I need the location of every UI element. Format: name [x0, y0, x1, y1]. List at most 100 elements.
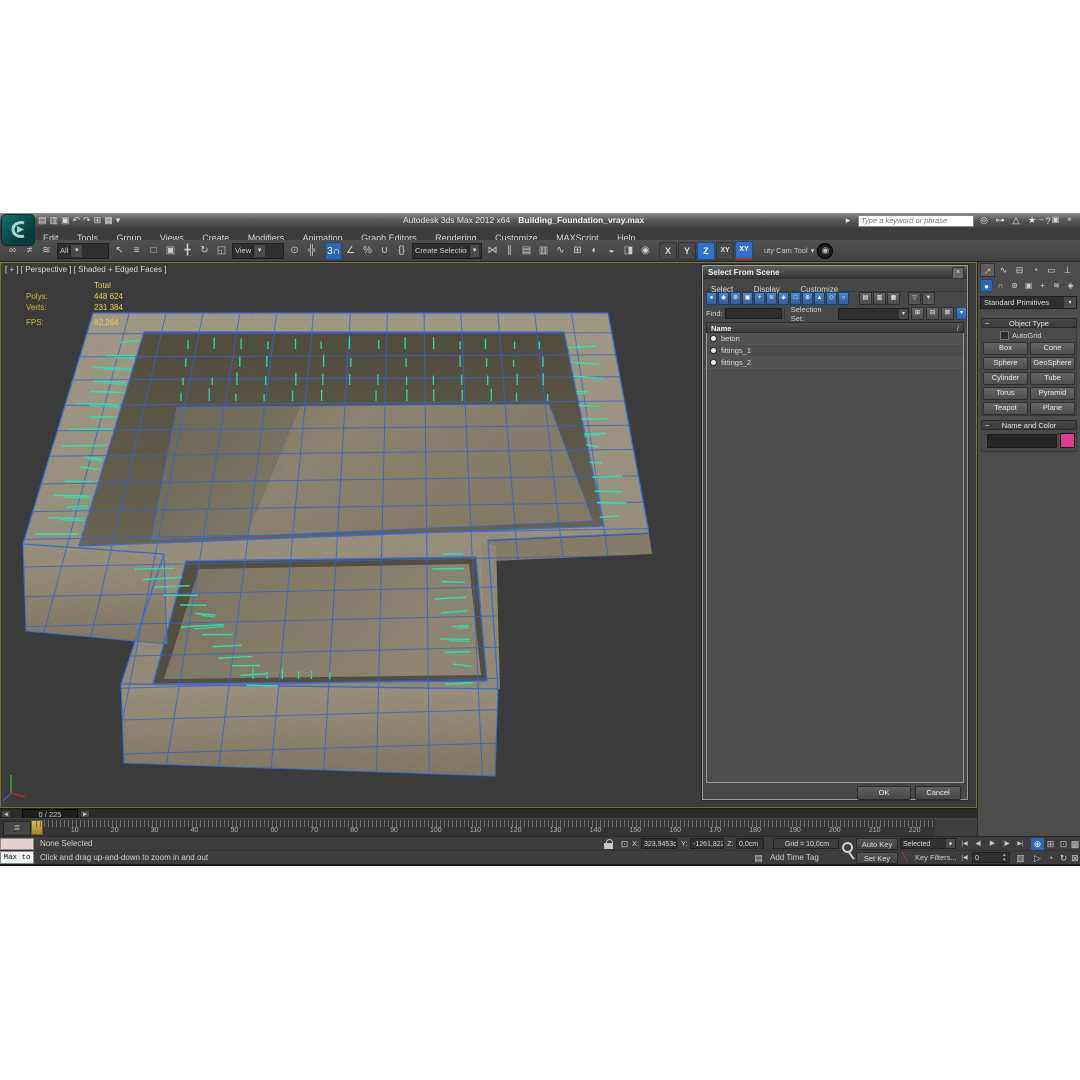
geosphere-button[interactable]: GeoSphere [1030, 357, 1075, 370]
category-lights-icon[interactable]: ⊛ [1008, 279, 1021, 292]
zoom-extents-icon[interactable]: ⊡ [1057, 838, 1070, 850]
toggle-frozen-icon[interactable]: ◇ [826, 292, 837, 305]
category-geometry-icon[interactable]: ● [980, 279, 993, 292]
search-binoculars-icon[interactable]: ◎ [978, 215, 990, 226]
tab-motion-icon[interactable]: ◔ [1028, 263, 1043, 277]
object-type-rollout[interactable]: − Object Type [981, 318, 1077, 328]
pan-view-icon[interactable]: ▷ [1031, 852, 1044, 864]
save-selected-icon[interactable]: ▥ [1014, 852, 1027, 864]
render-production-icon[interactable]: ◉ [637, 242, 654, 260]
object-color-swatch[interactable] [1060, 433, 1075, 448]
tab-display-icon[interactable]: ▭ [1044, 263, 1059, 277]
new-icon[interactable]: ▤ [38, 215, 47, 226]
zoom-icon[interactable]: ⊕ [1031, 838, 1044, 850]
transform-gizmo-icon[interactable]: ⊡ [618, 838, 631, 850]
tab-utilities-icon[interactable]: ⊥ [1060, 263, 1075, 277]
cylinder-button[interactable]: Cylinder [983, 372, 1028, 385]
toggle-cameras-icon[interactable]: ▣ [742, 292, 753, 305]
cam-tool-icon[interactable]: ◉ [817, 242, 834, 259]
pyramid-button[interactable]: Pyramid [1030, 387, 1075, 400]
rendered-frame-window-icon[interactable]: ◨ [620, 242, 637, 260]
field-of-view-icon[interactable]: ◔ [1044, 852, 1057, 864]
layer-manager-icon[interactable]: ▤ [518, 242, 535, 260]
selection-lock-icon[interactable] [604, 839, 613, 849]
curve-editor-icon[interactable]: ∿ [552, 242, 569, 260]
project-icon[interactable]: ⊞ [94, 215, 102, 226]
frame-spinner[interactable]: ▴ ▾ [1003, 853, 1006, 863]
z-coordinate-field[interactable]: 0,0cm [736, 838, 764, 849]
toggle-groups-icon[interactable]: ◈ [778, 292, 789, 305]
detail-view-icon[interactable]: ▦ [887, 292, 900, 305]
add-time-tag[interactable]: Add Time Tag [770, 851, 819, 864]
toggle-bones-icon[interactable]: ⊕ [802, 292, 813, 305]
dropdown-arrow-icon[interactable]: ▾ [811, 246, 815, 255]
orbit-icon[interactable]: ↻ [1057, 852, 1070, 864]
axis-constraint-z-button[interactable]: Z [697, 241, 715, 260]
undo-icon[interactable]: ↶ [73, 215, 81, 226]
teapot-button[interactable]: Teapot [983, 402, 1028, 415]
macro-recorder-box[interactable] [0, 838, 34, 850]
category-space-warps-icon[interactable]: ≋ [1050, 279, 1063, 292]
sphere-button[interactable]: Sphere [983, 357, 1028, 370]
plane-button[interactable]: Plane [1030, 402, 1075, 415]
box-button[interactable]: Box [983, 342, 1028, 355]
time-tag-clipboard-icon[interactable]: ▤ [752, 852, 765, 864]
select-and-manipulate-icon[interactable]: ╬ [303, 242, 320, 260]
viewport-label[interactable]: [ + ] [ Perspective ] [ Shaded + Edged F… [5, 265, 166, 274]
go-to-end-icon[interactable]: ▶| [1014, 838, 1027, 850]
window-crossing-icon[interactable]: ▣ [162, 242, 179, 260]
snaps-toggle-icon[interactable]: 3∩ [325, 241, 342, 260]
tab-create-icon[interactable]: ↗ [980, 263, 995, 277]
zoom-all-icon[interactable]: ⊞ [1044, 838, 1057, 850]
torus-button[interactable]: Torus [983, 387, 1028, 400]
dialog-title-bar[interactable]: Select From Scene [703, 266, 967, 279]
set-key-button[interactable]: Set Key [856, 852, 898, 864]
select-and-rotate-icon[interactable]: ↻ [196, 242, 213, 260]
percent-snap-icon[interactable]: % [359, 242, 376, 260]
dropdown-arrow-icon[interactable]: ▾ [253, 244, 266, 257]
list-item[interactable]: fittings_1 [707, 345, 963, 357]
max-logo[interactable] [1, 214, 35, 246]
x-coordinate-field[interactable]: 323,9453c [641, 838, 677, 849]
toggle-hidden-icon[interactable]: ○ [838, 292, 849, 305]
subscription-key-icon[interactable]: ⊶ [994, 215, 1006, 226]
use-pivot-center-icon[interactable]: ⊙ [286, 242, 303, 260]
list-item[interactable]: fittings_2 [707, 357, 963, 369]
named-selection-sets-icon[interactable]: {} [393, 242, 410, 260]
named-selection-dropdown[interactable]: Create Selection Se▾ [412, 242, 482, 259]
play-icon[interactable]: ▶ [986, 838, 999, 850]
open-icon[interactable]: ▥ [50, 215, 59, 226]
material-editor-icon[interactable]: ◐ [586, 242, 603, 260]
cancel-button[interactable]: Cancel [915, 786, 961, 800]
graphite-ribbon-icon[interactable]: ▥ [535, 242, 552, 260]
primitive-category-dropdown[interactable]: Standard Primitives ▾ [980, 296, 1077, 309]
search-input[interactable] [858, 214, 974, 227]
subtract-from-set-icon[interactable]: ⊠ [941, 307, 954, 320]
reference-coordinate-dropdown[interactable]: View ▾ [232, 242, 284, 259]
toggle-space-warps-icon[interactable]: ≋ [766, 292, 777, 305]
select-and-move-icon[interactable]: ╋ [179, 242, 196, 260]
toggle-lights-icon[interactable]: ⊛ [730, 292, 741, 305]
filter-config-icon[interactable]: ▼ [922, 292, 935, 305]
select-and-scale-icon[interactable]: ◱ [213, 242, 230, 260]
toggle-helpers-icon[interactable]: + [754, 292, 765, 305]
name-and-color-rollout[interactable]: − Name and Color [981, 420, 1077, 430]
quick-access-caret-icon[interactable]: ▾ [116, 215, 121, 226]
key-filters-link[interactable]: Key Filters... [915, 851, 957, 864]
dropdown-arrow-icon[interactable]: ▾ [946, 839, 955, 848]
spinner-snap-icon[interactable]: ∪ [376, 242, 393, 260]
search-go-icon[interactable]: ▸ [842, 215, 854, 226]
auto-key-button[interactable]: Auto Key [856, 838, 898, 850]
y-coordinate-field[interactable]: -1261,822 [690, 838, 724, 849]
axis-constraint-x-button[interactable]: X [659, 241, 677, 260]
axis-constraint-y-button[interactable]: Y [678, 241, 696, 260]
filter-icon[interactable]: ▽ [908, 292, 921, 305]
time-ruler[interactable]: ≣ 10 20 30 40 50 60 70 80 90 100 110 120 130 140 150 16… [0, 818, 977, 837]
set-keys-icon[interactable] [841, 838, 856, 863]
render-setup-icon[interactable]: ◒ [603, 242, 620, 260]
communication-center-icon[interactable]: △ [1010, 215, 1022, 226]
autogrid-checkbox[interactable] [1000, 330, 1009, 340]
dropdown-arrow-icon[interactable]: ▾ [469, 244, 479, 257]
key-mode-dropdown[interactable]: Selected ▾ [900, 838, 956, 849]
mirror-icon[interactable]: ⋈ [484, 242, 501, 260]
